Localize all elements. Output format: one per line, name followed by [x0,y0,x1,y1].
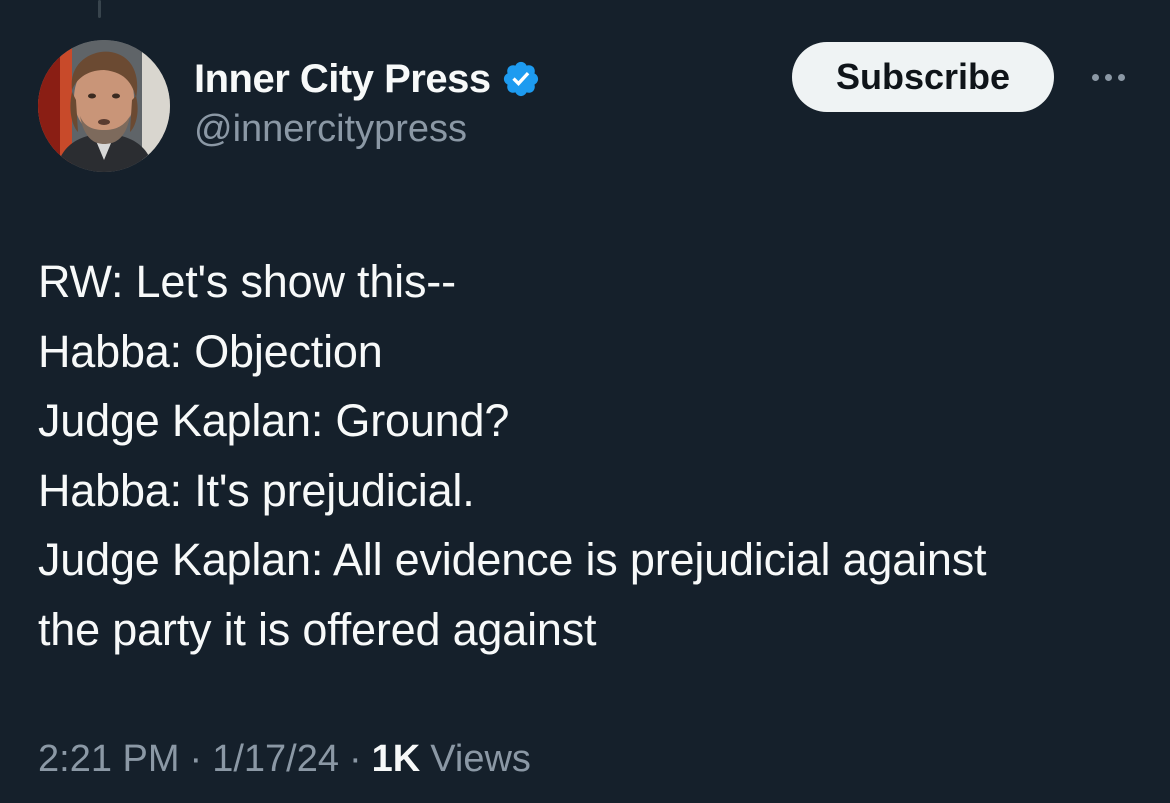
tweet-line: RW: Let's show this-- [38,256,456,307]
tweet-line: Judge Kaplan: All evidence is prejudicia… [38,534,987,585]
author-name-row: Inner City Press [194,53,541,105]
tweet-line: the party it is offered against [38,603,597,655]
tweet-line: Habba: It's prejudicial. [38,464,475,516]
tweet-time[interactable]: 2:21 PM [38,738,180,781]
meta-separator: · [348,738,362,780]
author-handle[interactable]: @innercitypress [194,108,467,151]
tweet-date[interactable]: 1/17/24 [212,738,339,781]
more-dot [1117,73,1125,81]
tweet-line: Judge Kaplan: Ground? [38,395,510,446]
views-count: 1K [371,738,421,780]
views-label: Views [430,738,531,780]
more-options-icon[interactable] [1084,62,1132,92]
tweet-text: RW: Let's show this-- Habba: Objection J… [38,247,1138,664]
verified-badge-icon [501,59,541,99]
tweet-line: Habba: Objection [38,325,383,377]
avatar[interactable] [38,40,170,172]
thread-connector-line [98,0,101,18]
more-dot [1091,73,1099,81]
more-dot [1104,73,1112,81]
author-display-name[interactable]: Inner City Press [194,57,491,102]
avatar-photo [38,40,170,172]
meta-separator: · [189,738,203,780]
subscribe-button[interactable]: Subscribe [792,42,1054,112]
tweet-meta: 2:21 PM · 1/17/24 · 1K Views [38,738,531,781]
